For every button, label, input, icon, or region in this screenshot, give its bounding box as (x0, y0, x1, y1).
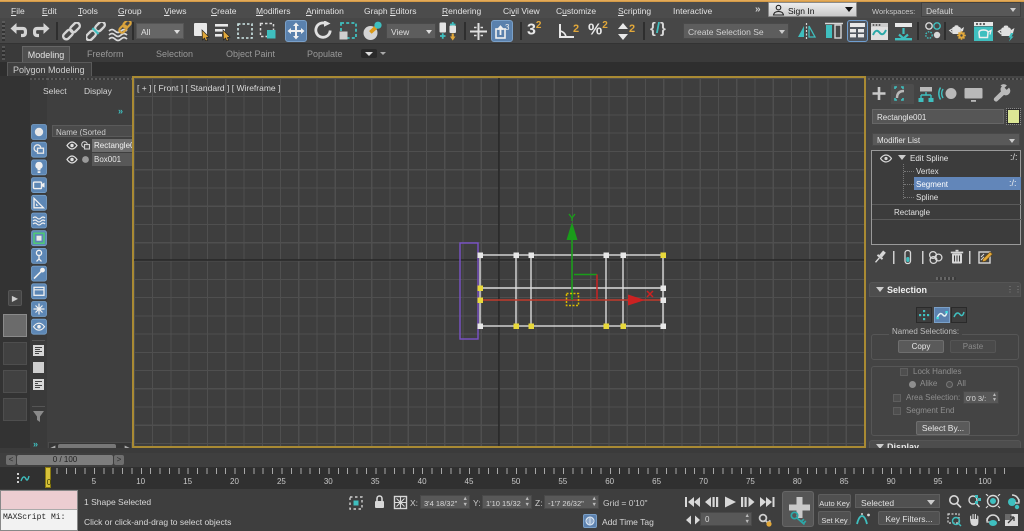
svg-text:3: 3 (505, 23, 510, 32)
svg-text:2: 2 (573, 23, 579, 35)
svg-text:2: 2 (629, 23, 635, 35)
